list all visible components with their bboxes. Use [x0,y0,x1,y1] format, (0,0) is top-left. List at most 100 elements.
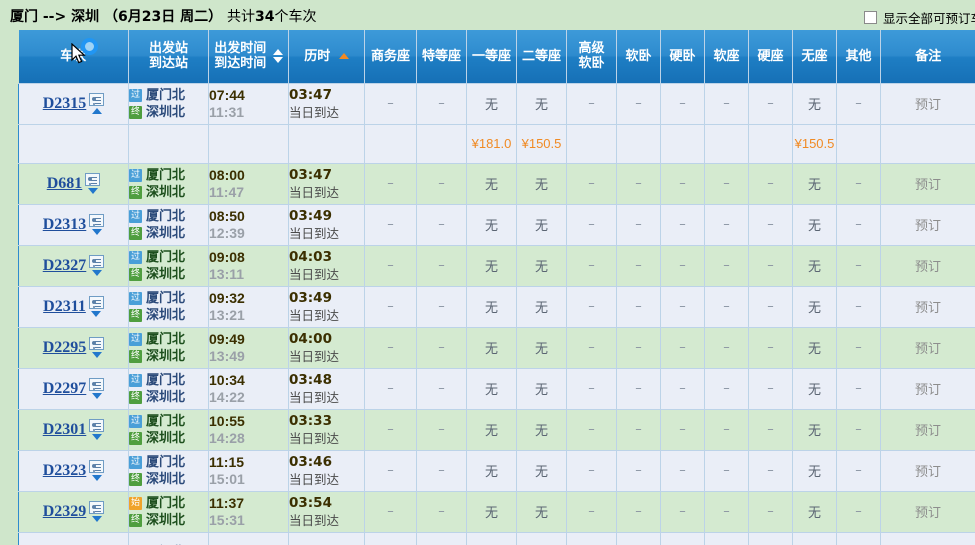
seat-availability-cell: – [364,450,417,492]
id-card-icon [89,419,105,432]
book-link[interactable]: 预订 [915,219,941,234]
train-number-cell[interactable] [18,532,129,545]
seat-availability-value: – [588,463,595,478]
seat-availability-value: – [438,96,445,111]
remark-cell[interactable]: 预订 [880,368,975,410]
train-number-link[interactable]: D2329 [43,503,87,521]
train-number-link[interactable]: D2315 [43,95,87,113]
expand-triangle-icon[interactable] [91,393,102,399]
arrival-station-name: 深圳北 [146,389,186,405]
train-number-cell[interactable]: D2329 [18,491,129,533]
expand-triangle-icon[interactable] [91,352,102,358]
train-row[interactable]: D2311 过厦门北终深圳北 09:32 13:21 03:49 当日到达 – – 无无 – – – –… [18,286,975,328]
book-link[interactable]: 预订 [915,260,941,275]
train-number-link[interactable]: D2313 [43,216,87,234]
train-number-cell[interactable]: D2311 [18,286,129,328]
column-header-duration[interactable]: 历时 [288,30,365,84]
duration-cell: 03:47 当日到达 [288,163,365,205]
book-link[interactable]: 预订 [915,301,941,316]
seat-availability-cell: – [836,163,881,205]
expand-triangle-icon[interactable] [87,188,98,194]
train-row[interactable]: D2323 过厦门北终深圳北 11:15 15:01 03:46 当日到达 – – 无无 – – – –… [18,450,975,492]
seat-availability-cell: – [836,409,881,451]
expand-triangle-icon[interactable] [91,311,102,317]
book-link[interactable]: 预订 [915,424,941,439]
train-number-cell[interactable]: D2313 [18,204,129,246]
train-number-link[interactable]: D2301 [43,421,87,439]
book-link[interactable]: 预订 [915,506,941,521]
train-number-cell[interactable]: D2315 [18,83,129,125]
remark-cell[interactable]: 预订 [880,327,975,369]
book-link[interactable]: 预订 [915,342,941,357]
seat-availability-value: – [855,340,862,355]
seat-availability-cell: – [704,286,749,328]
seat-availability-value: 无 [484,506,498,521]
train-number-cell[interactable]: D2295 [18,327,129,369]
remark-cell[interactable]: 预订 [880,450,975,492]
collapse-triangle-icon[interactable] [91,108,102,114]
seat-availability-cell: – [416,204,467,246]
sort-ascending-icon[interactable] [272,49,283,56]
book-link[interactable]: 预订 [915,178,941,193]
remark-cell[interactable]: 预订 [880,83,975,125]
train-row[interactable]: D2327 过厦门北终深圳北 09:08 13:11 04:03 当日到达 – – 无无 – – – –… [18,245,975,287]
book-link[interactable]: 预订 [915,383,941,398]
train-number-cell[interactable]: D2297 [18,368,129,410]
train-row[interactable]: D2329 始厦门北终深圳北 11:37 15:31 03:54 当日到达 – – 无无 – – – –… [18,491,975,533]
remark-cell[interactable]: 预订 [880,204,975,246]
duration-sort-ascending-icon[interactable] [338,53,349,60]
seat-availability-cell: – [616,368,661,410]
train-number-link[interactable]: D2295 [43,339,87,357]
header-label-soft-sleeper: 软卧 [625,48,652,64]
train-number-cell[interactable]: D2327 [18,245,129,287]
train-row[interactable]: D2297 过厦门北终深圳北 10:34 14:22 03:48 当日到达 – – 无无 – – – –… [18,368,975,410]
time-cell: 10:55 14:28 [208,409,289,451]
show-all-checkbox[interactable] [863,11,877,24]
remark-cell[interactable]: 预订 [880,286,975,328]
remark-cell[interactable]: 预订 [880,409,975,451]
train-row[interactable]: D2295 过厦门北终深圳北 09:49 13:49 04:00 当日到达 – – 无无 – – – –… [18,327,975,369]
column-header-stations[interactable]: 出发站 到达站 [128,30,209,84]
train-number-link[interactable]: D2323 [43,462,87,480]
seat-availability-cell: – [704,409,749,451]
show-all-bookable-toggle[interactable]: 显示全部可预订车 [863,8,975,27]
train-number-cell[interactable]: D2323 [18,450,129,492]
time-cell: 08:50 12:39 [208,204,289,246]
train-number-cell[interactable]: D681 [18,163,129,205]
expand-triangle-icon[interactable] [91,475,102,481]
train-number-link[interactable]: D2297 [43,380,87,398]
departure-station-badge: 过 [129,209,142,223]
train-number-link[interactable]: D2327 [43,257,87,275]
expand-triangle-icon[interactable] [91,270,102,276]
train-number-link[interactable]: D2311 [43,298,86,316]
duration-cell [288,532,365,545]
column-header-times[interactable]: 出发时间 到达时间 [208,30,289,84]
seat-availability-value: – [723,217,730,232]
arrival-station-name: 深圳北 [146,184,186,200]
seat-availability-cell: 无 [466,409,517,451]
remark-cell[interactable]: 预订 [880,491,975,533]
train-row[interactable]: D2315 过厦门北终深圳北 07:44 11:31 03:47 当日到达 – – 无无 – – – –… [18,83,975,125]
expand-triangle-icon[interactable] [91,516,102,522]
book-link[interactable]: 预订 [915,465,941,480]
departure-station-name: 厦门北 [146,290,186,306]
seat-availability-cell: 无 [792,491,837,533]
sort-descending-icon[interactable] [272,57,283,64]
remark-cell[interactable]: 预订 [880,245,975,287]
train-row[interactable]: 始厦门北 [18,532,975,545]
expand-triangle-icon[interactable] [91,434,102,440]
book-link[interactable]: 预订 [915,98,941,113]
remark-cell[interactable]: 预订 [880,163,975,205]
train-row[interactable]: D681 过厦门北终深圳北 08:00 11:47 03:47 当日到达 – – 无无 – – – – –… [18,163,975,205]
train-row[interactable]: D2301 过厦门北终深圳北 10:55 14:28 03:33 当日到达 – – 无无 – – – –… [18,409,975,451]
column-header-train-number[interactable]: 车次 [18,30,129,84]
seat-availability-value: – [679,217,686,232]
arrival-day-note: 当日到达 [289,389,340,405]
expand-triangle-icon[interactable] [91,229,102,235]
train-number-cell[interactable]: D2301 [18,409,129,451]
remark-cell[interactable] [880,532,975,545]
seat-availability-cell: – [660,204,705,246]
train-row[interactable]: D2313 过厦门北终深圳北 08:50 12:39 03:49 当日到达 – – 无无 – – – –… [18,204,975,246]
time-sort-arrows[interactable] [272,49,283,64]
train-number-link[interactable]: D681 [47,175,83,193]
